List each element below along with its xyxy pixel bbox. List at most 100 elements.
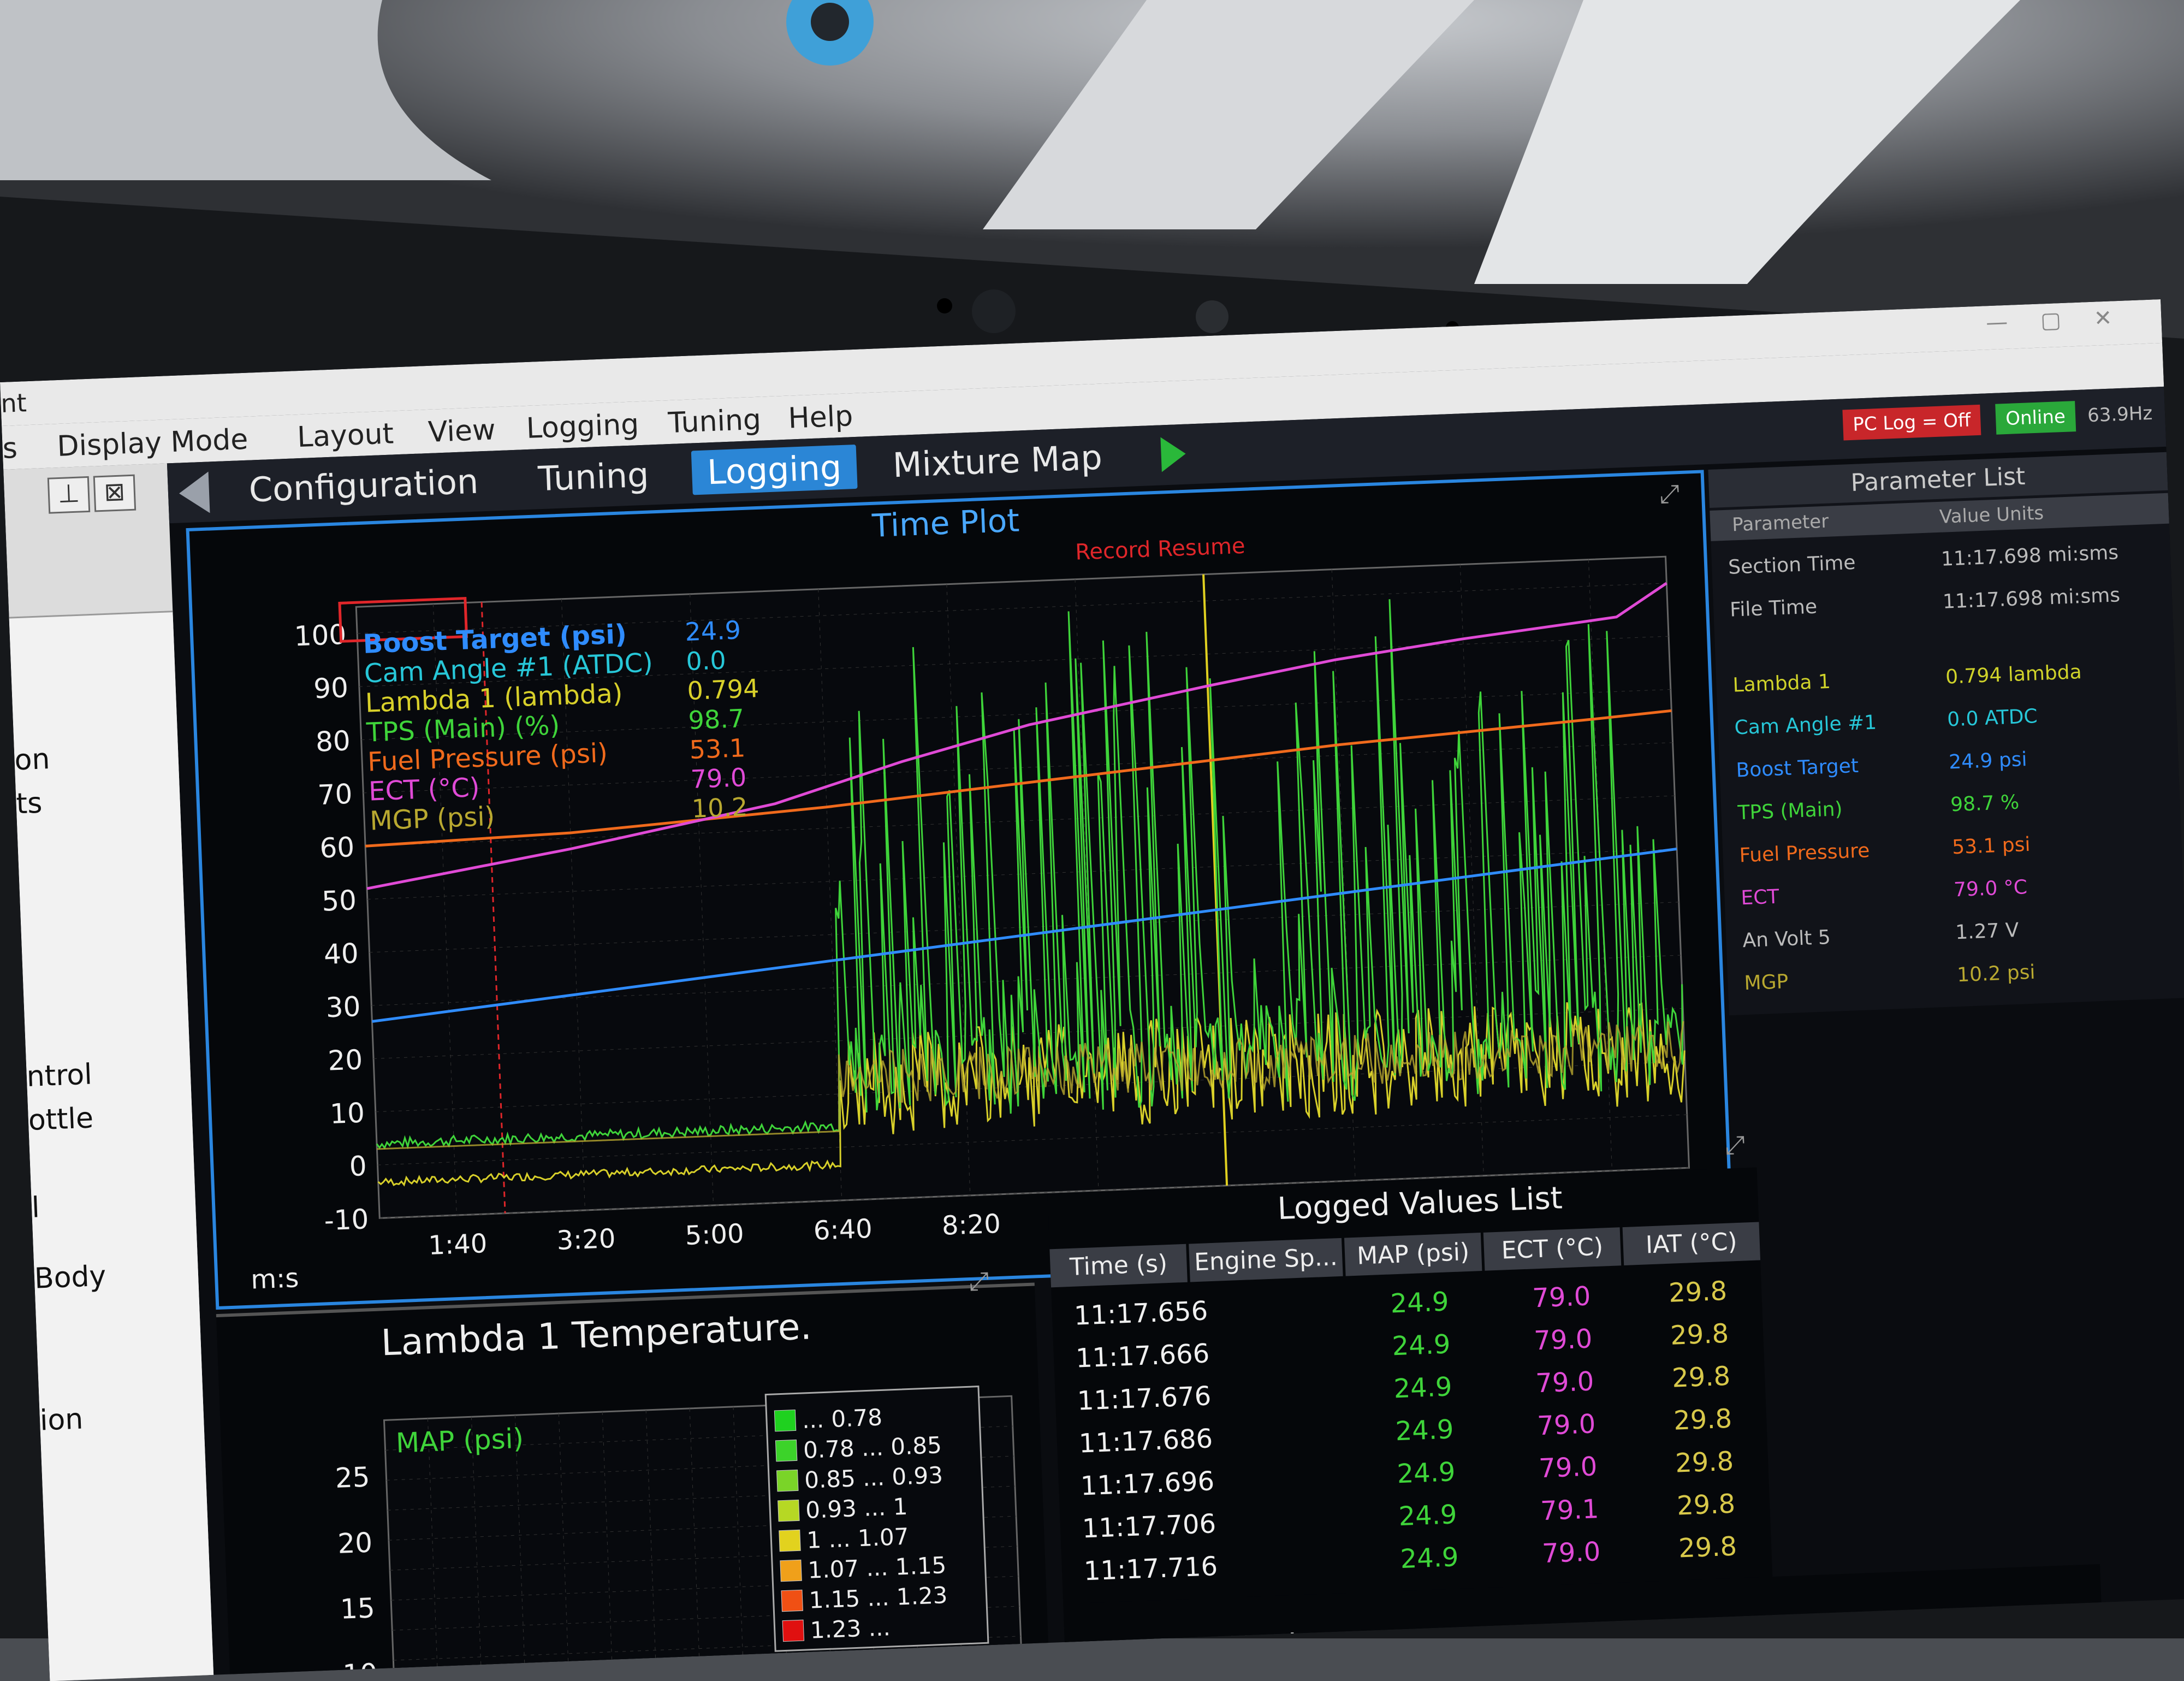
time-cell: 11:17.656 (1073, 1295, 1209, 1331)
maximize-icon[interactable]: ⤢ (1659, 478, 1680, 510)
tab-configuration[interactable]: Configuration (233, 458, 494, 512)
y-tick-label: 90 (313, 672, 349, 705)
ect-cell: 79.0 (1538, 1451, 1598, 1484)
parameter-name[interactable]: Lambda 1 (1732, 671, 1831, 697)
menu-item-help[interactable]: Help (787, 400, 853, 435)
parameter-name[interactable]: An Volt 5 (1742, 926, 1831, 952)
status-pc-log[interactable]: PC Log = Off (1842, 404, 1981, 441)
y-tick-label: 15 (340, 1592, 376, 1625)
legend-entry: MGP (psi) (369, 801, 495, 837)
menu-item-display-mode[interactable]: Display Mode (56, 423, 248, 463)
y-tick-label: 0 (349, 1150, 367, 1182)
y-tick-label: 30 (325, 991, 361, 1023)
menu-item-layout[interactable]: Layout (296, 417, 394, 454)
y-tick-label: 10 (329, 1097, 365, 1130)
maximize-icon[interactable]: ⤢ (968, 1266, 989, 1297)
tab-tuning[interactable]: Tuning (522, 452, 665, 501)
left-item[interactable]: ntrol (26, 1058, 93, 1093)
legend-value: 0.794 (687, 673, 760, 706)
parameter-value: 10.2 psi (1956, 961, 2036, 987)
legend-entry: 1.23 ... (810, 1614, 891, 1644)
close-icon[interactable]: ⊠ (93, 474, 136, 512)
parameter-name[interactable]: ECT (1741, 886, 1779, 910)
col-map[interactable]: MAP (psi) (1344, 1233, 1482, 1276)
legend-entry: 1.07 ... 1.15 (808, 1552, 947, 1584)
maximize-icon[interactable]: ⤢ (1724, 1129, 1746, 1161)
y-tick-label: 25 (335, 1461, 371, 1494)
col-parameter[interactable]: Parameter (1732, 511, 1829, 536)
lambda-temperature-panel: ⤢ Lambda 1 Temperature. MAP (psi) 25 20 15 1… (216, 1266, 1049, 1681)
y-tick-label: 50 (321, 884, 357, 917)
y-tick-label: 70 (317, 778, 353, 811)
left-item[interactable]: ottle (28, 1102, 94, 1137)
col-engine-speed[interactable]: Engine Sp... (1189, 1238, 1343, 1282)
legend-swatch (779, 1529, 801, 1552)
col-time[interactable]: Time (s) (1049, 1244, 1188, 1288)
time-cell: 11:17.676 (1076, 1381, 1212, 1417)
parameter-name[interactable]: Cam Angle #1 (1734, 712, 1877, 739)
parameter-name[interactable]: File Time (1730, 596, 1818, 622)
legend-entry: 0.78 ... 0.85 (803, 1431, 942, 1464)
window-controls[interactable]: —▢✕ (1985, 304, 2145, 335)
parameter-name[interactable]: TPS (Main) (1737, 798, 1843, 824)
legend-value: 0.0 (686, 645, 727, 676)
left-item[interactable]: ion (39, 1403, 84, 1437)
menu-item-tuning[interactable]: Tuning (668, 404, 762, 440)
left-item[interactable]: on (14, 743, 50, 777)
legend-swatch (780, 1559, 802, 1582)
legend-entry: 1 ... 1.07 (806, 1523, 910, 1554)
parameter-value: 11:17.698 mi:sms (1942, 584, 2121, 613)
legend-value: 98.7 (688, 703, 745, 735)
tab-mixture-map[interactable]: Mixture Map (877, 435, 1119, 488)
back-arrow-icon[interactable] (178, 471, 210, 514)
menu-item-s[interactable]: s (2, 432, 18, 465)
window-title: nt (0, 388, 27, 418)
y-axis-label: MAP (psi) (395, 1423, 524, 1459)
map-cell: 24.9 (1394, 1414, 1455, 1447)
laptop-screen: nt —▢✕ s Display Mode Layout View Loggin… (0, 299, 2184, 1681)
col-value-units[interactable]: Value Units (1939, 502, 2044, 528)
map-cell: 24.9 (1393, 1371, 1453, 1405)
col-iat[interactable]: IAT (°C) (1622, 1222, 1761, 1266)
pin-icon[interactable]: ⊥ (47, 476, 91, 514)
ect-cell: 79.0 (1536, 1408, 1597, 1442)
parameter-name[interactable]: Fuel Pressure (1739, 839, 1870, 867)
lambda-heatmap-chart[interactable]: MAP (psi)25201510... 0.780.78 ... 0.850.… (218, 1335, 1049, 1681)
parameter-name[interactable]: MGP (1744, 970, 1789, 995)
legend-entry: 0.85 ... 0.93 (804, 1461, 943, 1494)
iat-cell: 29.8 (1675, 1446, 1735, 1479)
y-tick-label: 80 (315, 725, 351, 757)
left-item[interactable]: l (31, 1191, 40, 1224)
parameter-value: 79.0 °C (1953, 876, 2028, 902)
legend-value: 24.9 (684, 615, 741, 647)
logged-values-title: Logged Values List (1277, 1180, 1563, 1227)
status-rate: 63.9Hz (2087, 402, 2153, 427)
col-ect[interactable]: ECT (°C) (1483, 1227, 1622, 1271)
parameter-value: 11:17.698 mi:sms (1940, 541, 2119, 571)
tab-logging[interactable]: Logging (691, 444, 858, 495)
ect-cell: 79.0 (1535, 1366, 1595, 1399)
parameter-name[interactable]: Boost Target (1736, 755, 1859, 782)
parameter-value: 1.27 V (1955, 919, 2020, 944)
time-cell: 11:17.716 (1083, 1551, 1219, 1587)
iat-cell: 29.8 (1670, 1318, 1730, 1351)
time-cell: 11:17.686 (1078, 1423, 1214, 1459)
y-tick-label: 20 (327, 1044, 363, 1076)
legend-swatch (778, 1499, 800, 1522)
parameter-name[interactable]: Section Time (1728, 552, 1856, 579)
legend-value: 53.1 (689, 733, 746, 765)
nav-tick: 15:00 (1720, 1636, 1781, 1663)
map-cell: 24.9 (1390, 1286, 1450, 1319)
left-item[interactable]: ts (16, 787, 43, 821)
ect-cell: 79.0 (1541, 1536, 1601, 1570)
menu-item-view[interactable]: View (428, 413, 496, 449)
parameter-value: 98.7 % (1950, 791, 2020, 816)
time-cell: 11:17.696 (1079, 1466, 1215, 1502)
parameter-value: 0.0 ATDC (1946, 705, 2038, 731)
menu-item-logging[interactable]: Logging (526, 408, 639, 445)
navigator-title: Navigator (1228, 1624, 1379, 1666)
left-item[interactable]: Body (34, 1260, 106, 1295)
play-icon[interactable] (1160, 436, 1186, 472)
time-cell: 11:17.706 (1081, 1508, 1217, 1544)
map-cell: 24.9 (1398, 1499, 1458, 1532)
